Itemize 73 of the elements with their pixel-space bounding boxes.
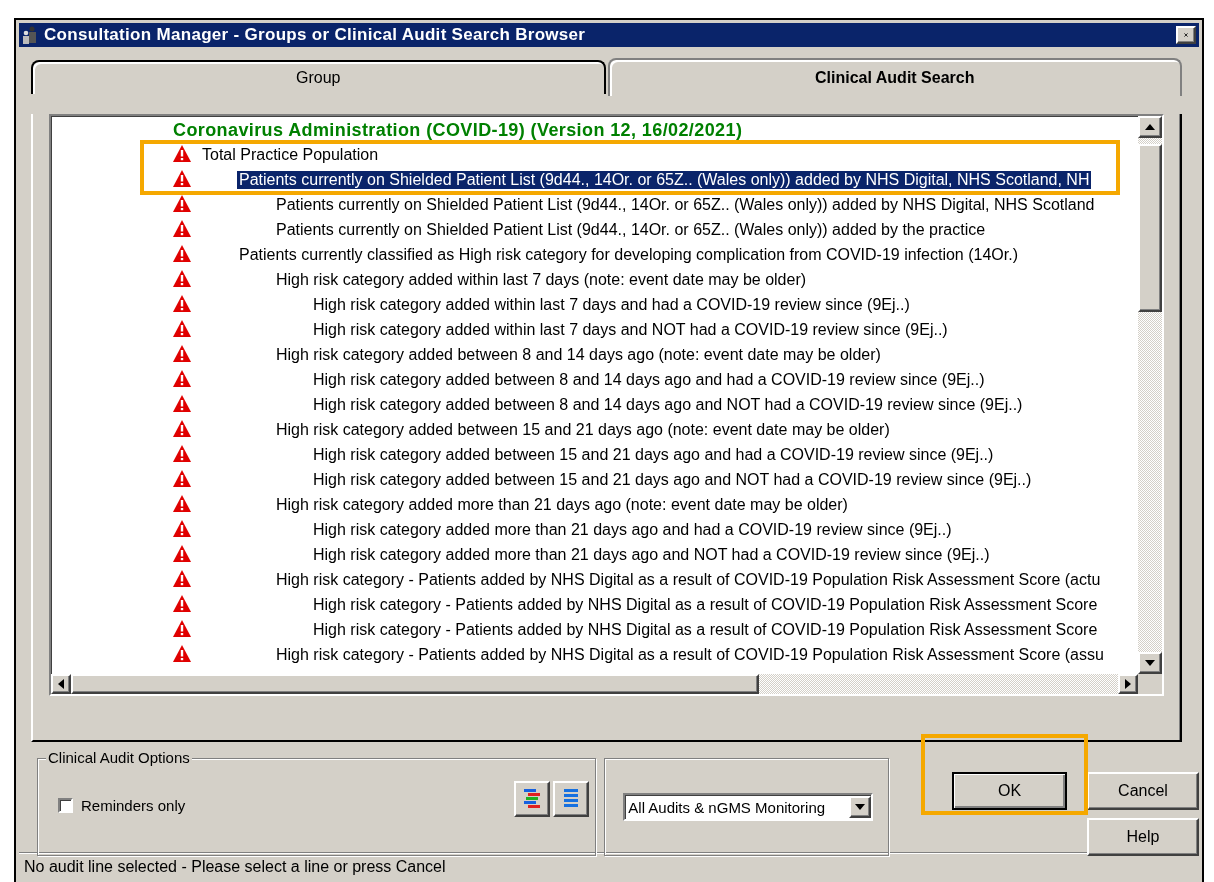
- warning-icon: [173, 245, 191, 262]
- warning-icon: [173, 620, 191, 637]
- left-arrow-icon: [58, 679, 64, 689]
- tree-item[interactable]: High risk category added between 8 and 14 days ago and had a COVID-19 review since (9Ej..): [311, 370, 987, 389]
- scroll-down-button[interactable]: [1138, 652, 1162, 674]
- scroll-up-button[interactable]: [1138, 116, 1162, 138]
- scroll-thumb[interactable]: [1138, 144, 1162, 312]
- warning-icon: [173, 195, 191, 212]
- warning-icon: [173, 570, 191, 587]
- tree-item[interactable]: High risk category added between 8 and 14 days ago (note: event date may be older): [274, 345, 883, 364]
- warning-icon: [173, 445, 191, 462]
- scrollbar-corner: [1138, 674, 1162, 694]
- tree-item[interactable]: High risk category added between 15 and 21 days ago (note: event date may be older): [274, 420, 892, 439]
- tree-item[interactable]: High risk category - Patients added by NHS Digital as a result of COVID-19 Population Risk Assessment Score: [311, 595, 1100, 614]
- tree-item[interactable]: High risk category - Patients added by NHS Digital as a result of COVID-19 Population Risk Assessment Score: [311, 620, 1100, 639]
- tree-item[interactable]: High risk category added between 15 and 21 days ago and had a COVID-19 review since (9Ej..): [311, 445, 996, 464]
- tree-item[interactable]: Patients currently on Shielded Patient List (9d44., 14Or. or 65Z.. (Wales only)) added by NHS Digital, NHS Scotland: [274, 195, 1097, 214]
- dialog-button[interactable]: OK: [952, 772, 1067, 810]
- scroll-right-button[interactable]: [1118, 674, 1138, 694]
- tree-item[interactable]: High risk category added more than 21 days ago and had a COVID-19 review since (9Ej..): [311, 520, 954, 539]
- warning-icon: [173, 220, 191, 237]
- list-lines-icon: [563, 788, 579, 810]
- tree-item[interactable]: Patients currently classified as High risk category for developing complication from COVID-19 infection (14Or.): [237, 245, 1020, 264]
- tab[interactable]: Group: [31, 60, 606, 94]
- tree-item[interactable]: Patients currently on Shielded Patient List (9d44., 14Or. or 65Z.. (Wales only)) added by NHS Digital, NHS Scotland, NH: [237, 170, 1092, 189]
- close-button[interactable]: [1176, 26, 1196, 44]
- tree-item[interactable]: Total Practice Population: [200, 145, 381, 164]
- warning-icon: [173, 495, 191, 512]
- tree-item[interactable]: High risk category added more than 21 days ago and NOT had a COVID-19 review since (9Ej..): [311, 545, 992, 564]
- warning-icon: [173, 145, 191, 162]
- tree-item[interactable]: High risk category added between 15 and 21 days ago and NOT had a COVID-19 review since (9Ej..): [311, 470, 1034, 489]
- warning-icon: [173, 420, 191, 437]
- dialog-button[interactable]: Cancel: [1087, 772, 1199, 810]
- tree-item[interactable]: High risk category added between 8 and 14 days ago and NOT had a COVID-19 review since (9Ej..): [311, 395, 1025, 414]
- warning-icon: [173, 295, 191, 312]
- warning-icon: [173, 645, 191, 662]
- up-arrow-icon: [1145, 124, 1155, 130]
- right-arrow-icon: [1125, 679, 1131, 689]
- window-title: Consultation Manager - Groups or Clinical Audit Search Browser: [44, 25, 586, 45]
- warning-icon: [173, 470, 191, 487]
- warning-icon: [173, 345, 191, 362]
- tree-view-button[interactable]: [514, 781, 550, 817]
- warning-icon: [173, 595, 191, 612]
- warning-icon: [173, 395, 191, 412]
- warning-icon: [173, 370, 191, 387]
- close-icon: [1184, 30, 1188, 40]
- status-text: No audit line selected - Please select a line or press Cancel: [24, 858, 446, 876]
- colored-lines-icon: [522, 788, 542, 810]
- tree-heading: Coronavirus Administration (COVID-19) (Version 12, 16/02/2021): [173, 119, 743, 141]
- warning-icon: [173, 545, 191, 562]
- people-icon: [22, 26, 38, 44]
- list-view-button[interactable]: [553, 781, 589, 817]
- tree-item[interactable]: High risk category added within last 7 days and NOT had a COVID-19 review since (9Ej..): [311, 320, 950, 339]
- group-title: Clinical Audit Options: [46, 749, 192, 766]
- down-arrow-icon: [1145, 660, 1155, 666]
- warning-icon: [173, 170, 191, 187]
- caret-icon: [855, 804, 866, 810]
- filter-dropdown[interactable]: All Audits & nGMS Monitoring: [623, 793, 874, 821]
- tree-item[interactable]: High risk category added more than 21 days ago (note: event date may be older): [274, 495, 850, 514]
- tree-item[interactable]: High risk category - Patients added by NHS Digital as a result of COVID-19 Population Risk Assessment Score (assu: [274, 645, 1106, 664]
- warning-icon: [173, 320, 191, 337]
- checkbox-label[interactable]: Reminders only: [81, 797, 186, 814]
- tree-item[interactable]: Patients currently on Shielded Patient List (9d44., 14Or. or 65Z.. (Wales only)) added by the practice: [274, 220, 988, 239]
- checkbox[interactable]: [58, 798, 73, 813]
- tree-item[interactable]: High risk category added within last 7 days and had a COVID-19 review since (9Ej..): [311, 295, 912, 314]
- scroll-thumb[interactable]: [71, 674, 759, 694]
- warning-icon: [173, 270, 191, 287]
- tree-item[interactable]: High risk category added within last 7 days (note: event date may be older): [274, 270, 809, 289]
- dialog-button[interactable]: Help: [1087, 818, 1199, 856]
- scroll-left-button[interactable]: [51, 674, 71, 694]
- warning-icon: [173, 520, 191, 537]
- tree-item[interactable]: High risk category - Patients added by NHS Digital as a result of COVID-19 Population Risk Assessment Score (actu: [274, 570, 1103, 589]
- tab[interactable]: Clinical Audit Search: [607, 58, 1182, 96]
